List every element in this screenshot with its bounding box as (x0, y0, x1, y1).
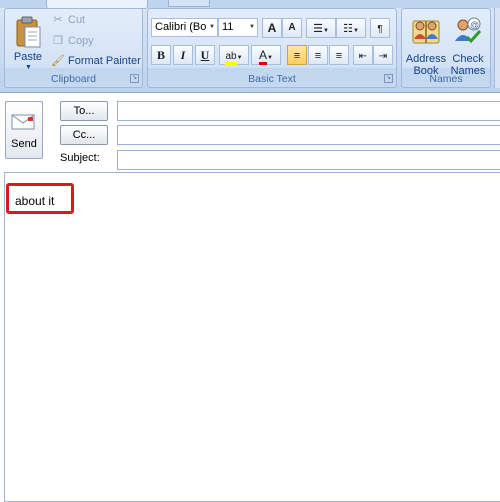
check-names-button[interactable]: @ Check Names (448, 13, 488, 77)
styles-button[interactable]: ¶ (370, 18, 390, 38)
paste-icon (16, 16, 41, 48)
shrink-font-icon: A (288, 22, 296, 33)
increase-indent-button[interactable]: ⇥ (373, 45, 393, 65)
check-names-label-line1: Check (452, 53, 484, 65)
brush-icon: 🖌 (51, 55, 65, 67)
align-right-icon: ≡ (335, 50, 343, 62)
numbering-dropdown-icon[interactable]: ▼ (353, 28, 359, 34)
to-field[interactable] (117, 101, 500, 121)
scissors-icon: ✂ (53, 14, 63, 26)
names-group: Address Book @ Check Names Names (401, 8, 491, 88)
bullets-button[interactable]: ☰▼ (306, 18, 336, 38)
align-center-button[interactable]: ≡ (308, 45, 328, 65)
cut-label: Cut (68, 14, 86, 26)
paste-label: Paste (13, 51, 43, 63)
cut-button[interactable]: ✂ Cut (51, 11, 85, 29)
font-name-dropdown-icon[interactable]: ▼ (207, 19, 217, 36)
font-color-button[interactable]: A▼ (251, 45, 281, 65)
tab-insert[interactable] (168, 0, 210, 7)
decrease-indent-button[interactable]: ⇤ (353, 45, 373, 65)
align-left-icon: ≡ (293, 50, 301, 62)
to-button[interactable]: To... (60, 101, 108, 121)
paste-button[interactable]: Paste ▼ (11, 13, 45, 71)
annotation-highlight-box (6, 183, 74, 214)
font-color-dropdown-icon[interactable]: ▼ (267, 55, 273, 61)
copy-icon: ❐ (53, 35, 63, 47)
format-painter-button[interactable]: 🖌 Format Painter (51, 52, 141, 70)
highlight-color-button[interactable]: ab▼ (219, 45, 249, 65)
bold-button[interactable]: B (151, 45, 171, 65)
format-painter-label: Format Painter (68, 55, 141, 67)
basic-text-group: Calibri (Bo ▼ 11 ▼ A A ☰▼ ☷▼ ¶ B I U ab▼… (147, 8, 397, 88)
clipboard-dialog-launcher-icon[interactable]: ↘ (130, 74, 139, 83)
grow-font-icon: A (267, 21, 277, 35)
font-color-icon: A (259, 48, 268, 65)
send-label: Send (11, 138, 37, 150)
highlight-dropdown-icon[interactable]: ▼ (237, 55, 243, 61)
copy-label: Copy (68, 35, 94, 47)
svg-text:@: @ (470, 20, 479, 30)
numbered-list-icon: ☷ (343, 23, 353, 35)
send-envelope-icon (11, 114, 35, 130)
align-center-icon: ≡ (314, 50, 322, 62)
check-names-icon: @ (455, 17, 482, 44)
address-book-icon (412, 20, 440, 44)
font-size-select[interactable]: 11 ▼ (218, 18, 258, 37)
address-book-button[interactable]: Address Book (405, 13, 447, 77)
subject-label: Subject: (60, 152, 100, 164)
address-book-label-line1: Address (405, 53, 447, 65)
copy-button[interactable]: ❐ Copy (51, 32, 94, 50)
message-body[interactable] (4, 172, 500, 502)
styles-icon: ¶ (377, 24, 383, 35)
basic-text-group-label: Basic Text (248, 73, 296, 85)
align-right-button[interactable]: ≡ (329, 45, 349, 65)
font-size-value: 11 (222, 21, 234, 33)
subject-field[interactable] (117, 150, 500, 170)
italic-button[interactable]: I (173, 45, 193, 65)
bold-icon: B (156, 48, 165, 62)
underline-icon: U (200, 48, 210, 62)
paste-dropdown-icon[interactable]: ▼ (25, 64, 32, 71)
shrink-font-button[interactable]: A (282, 18, 302, 38)
cc-button[interactable]: Cc... (60, 125, 108, 145)
cc-field[interactable] (117, 125, 500, 145)
font-size-dropdown-icon[interactable]: ▼ (247, 19, 257, 36)
font-name-select[interactable]: Calibri (Bo ▼ (151, 18, 218, 37)
underline-button[interactable]: U (195, 45, 215, 65)
italic-icon: I (180, 48, 186, 62)
clipboard-group-label: Clipboard (51, 73, 96, 85)
decrease-indent-icon: ⇤ (358, 51, 368, 62)
clipboard-group: Paste ▼ ✂ Cut ❐ Copy 🖌 Format Painter Clipb… (4, 8, 143, 88)
send-button[interactable]: Send (5, 101, 43, 159)
increase-indent-icon: ⇥ (378, 51, 388, 62)
bullets-dropdown-icon[interactable]: ▼ (323, 28, 329, 34)
ribbon-overflow-edge (494, 8, 500, 88)
highlighter-icon: ab (225, 51, 237, 65)
basic-text-dialog-launcher-icon[interactable]: ↘ (384, 74, 393, 83)
align-left-button[interactable]: ≡ (287, 45, 307, 65)
numbering-button[interactable]: ☷▼ (336, 18, 366, 38)
font-name-value: Calibri (Bo (155, 21, 207, 33)
ribbon: Paste ▼ ✂ Cut ❐ Copy 🖌 Format Painter Clipb… (0, 0, 500, 93)
names-group-label: Names (429, 73, 463, 85)
grow-font-button[interactable]: A (262, 18, 282, 38)
bullet-list-icon: ☰ (313, 23, 323, 35)
